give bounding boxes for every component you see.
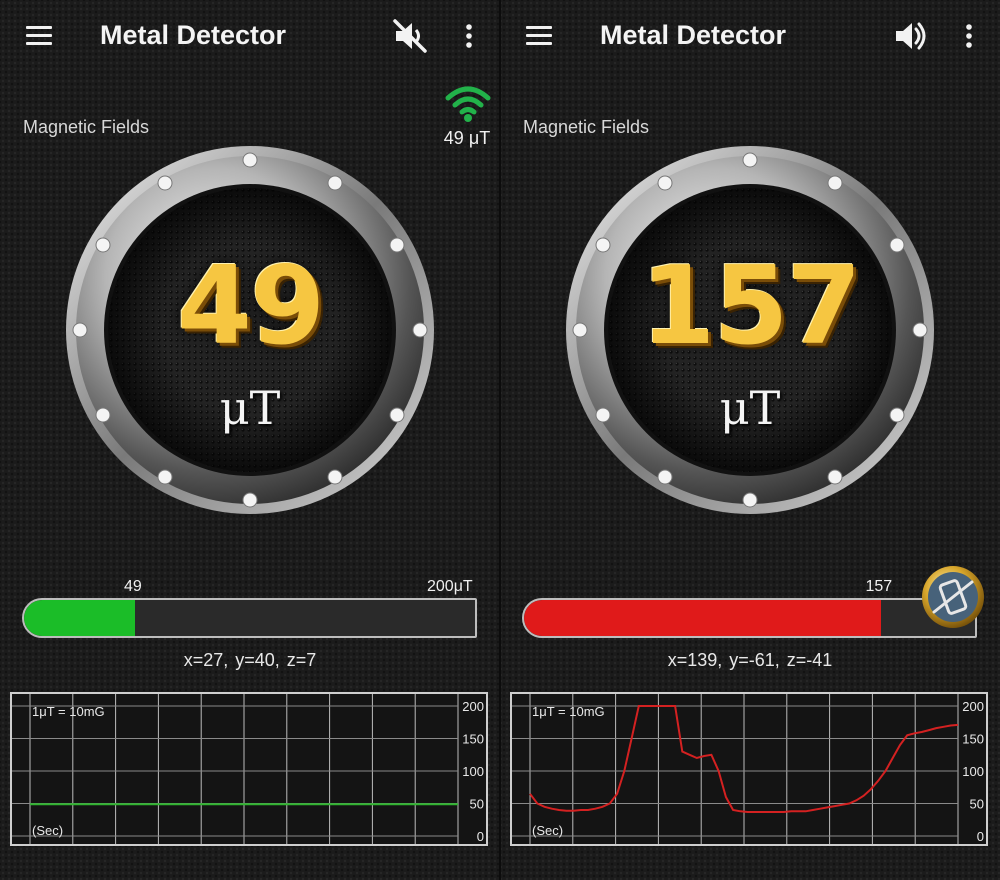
chart-y-tick-label: 0 <box>977 829 984 844</box>
panel-right: Metal Detector Magnetic Fields 157 μT 15… <box>500 0 1000 880</box>
chart-unit-label: 1μT = 10mG <box>32 704 105 719</box>
volume-mute-icon[interactable] <box>390 16 430 56</box>
history-chart: 1μT = 10mG (Sec) 200 150 100 50 0 <box>10 692 488 846</box>
history-chart-svg: 1μT = 10mG (Sec) 200 150 100 50 0 <box>510 692 988 846</box>
chart-y-tick-label: 50 <box>970 797 984 812</box>
chart-y-tick-label: 0 <box>477 829 484 844</box>
gauge: 157 μT <box>560 145 940 515</box>
chart-unit-label: 1μT = 10mG <box>532 704 605 719</box>
more-options-icon[interactable] <box>958 22 980 52</box>
field-strength-bar <box>22 598 477 638</box>
xyz-readout: x=27, y=40, z=7 <box>183 650 317 670</box>
history-chart-svg: 1μT = 10mG (Sec) 200 150 100 50 0 <box>10 692 488 846</box>
history-chart: 1μT = 10mG (Sec) 200 150 100 50 0 <box>510 692 988 846</box>
gauge: 49 μT <box>60 145 440 515</box>
menu-icon[interactable] <box>26 26 52 46</box>
chart-y-tick-label: 50 <box>470 797 484 812</box>
reading-unit: μT <box>719 381 781 435</box>
bar-value-label: 49 <box>124 578 142 595</box>
section-label: Magnetic Fields <box>23 117 150 137</box>
chart-x-label: (Sec) <box>532 823 563 838</box>
app-title: Metal Detector <box>600 20 787 50</box>
chart-y-tick-label: 100 <box>462 764 484 779</box>
reading-unit: μT <box>219 381 281 435</box>
more-options-icon[interactable] <box>458 22 480 52</box>
menu-icon[interactable] <box>526 26 552 46</box>
chart-y-tick-label: 200 <box>962 699 984 714</box>
chart-x-label: (Sec) <box>32 823 63 838</box>
volume-on-icon[interactable] <box>890 16 930 56</box>
section-label: Magnetic Fields <box>523 117 650 137</box>
field-strength-fill <box>524 600 881 636</box>
field-strength-fill <box>24 600 135 636</box>
chart-y-tick-label: 100 <box>962 764 984 779</box>
bar-value-label: 157 <box>865 578 893 595</box>
wifi-signal-icon <box>444 82 492 124</box>
panel-left: Metal Detector Magnetic Fields 49 μT 49 … <box>0 0 500 880</box>
calibrate-icon[interactable] <box>920 564 986 630</box>
chart-y-tick-label: 200 <box>462 699 484 714</box>
bar-max-label: 200μT <box>427 578 473 595</box>
xyz-readout: x=139, y=-61, z=-41 <box>667 650 833 670</box>
field-strength-bar <box>522 598 977 638</box>
signal-value: 49 μT <box>443 128 491 148</box>
reading-value: 49 <box>176 244 325 369</box>
signal-indicator: 49 μT <box>440 82 500 152</box>
app-title: Metal Detector <box>100 20 287 50</box>
chart-y-tick-label: 150 <box>962 732 984 747</box>
chart-y-tick-label: 150 <box>462 732 484 747</box>
reading-value: 157 <box>640 244 861 369</box>
